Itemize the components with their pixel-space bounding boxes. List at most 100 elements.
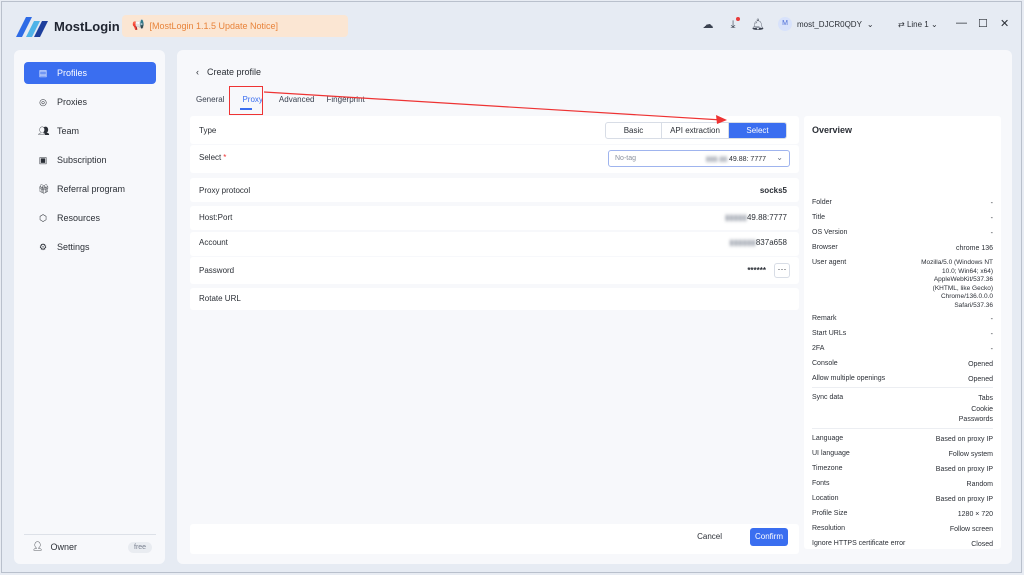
overview-value: - [990, 230, 993, 237]
overview-value: chrome 136 [956, 245, 993, 252]
overview-value: Closed [971, 541, 993, 548]
cancel-button[interactable]: Cancel [697, 532, 722, 541]
select-row: Select * No-tag ▮▮▮.▮▮.49.88: 7777 ⌄ [190, 145, 799, 173]
line-selector[interactable]: ⇄ Line 1 ⌄ [898, 20, 938, 29]
mostlogin-logo-icon [16, 17, 48, 37]
highlight-box [229, 86, 263, 115]
maximize-icon[interactable]: ☐ [978, 17, 988, 30]
sidebar-item-label: Resources [57, 213, 101, 223]
minimize-icon[interactable]: — [956, 17, 967, 29]
owner-info[interactable]: 👤︎ Owner [32, 541, 77, 552]
main-panel: ‹ Create profile General Proxy Advanced … [177, 50, 1012, 564]
overview-key: Folder [812, 199, 832, 206]
host-label: Host:Port [199, 213, 233, 222]
rotate-label: Rotate URL [199, 294, 241, 303]
back-link[interactable]: ‹ Create profile [196, 67, 261, 77]
type-option-api[interactable]: API extraction [662, 123, 729, 138]
user-menu[interactable]: M most_DJCR0QDY ⌄ [778, 17, 874, 31]
confirm-button[interactable]: Confirm [750, 528, 788, 546]
proxy-select-dropdown[interactable]: No-tag ▮▮▮.▮▮.49.88: 7777 ⌄ [608, 150, 790, 167]
overview-key: Profile Size [812, 510, 848, 517]
sidebar-divider [24, 534, 156, 535]
chevron-down-icon: ⌄ [930, 20, 938, 29]
sidebar-item-subscription[interactable]: ▣ Subscription [24, 149, 156, 171]
protocol-value: socks5 [759, 186, 787, 195]
proxy-ip-value: ▮▮▮.▮▮.49.88: 7777 [705, 156, 766, 163]
overview-value: - [990, 331, 993, 338]
overview-key: Title [812, 214, 825, 221]
settings-icon: ⚙ [38, 242, 48, 252]
sidebar: ▤ Profiles ◎ Proxies 👥︎ Team ▣ Subscript… [14, 50, 165, 564]
tab-fingerprint[interactable]: Fingerprint [321, 92, 371, 108]
tab-advanced[interactable]: Advanced [273, 92, 321, 108]
account-label: Account [199, 238, 228, 247]
overview-value: Opened [968, 376, 993, 383]
overview-key: Location [812, 495, 839, 502]
overview-key: Ignore HTTPS certificate error [812, 540, 906, 547]
sidebar-item-label: Team [57, 126, 80, 136]
overview-value: Follow screen [949, 526, 993, 533]
rotate-row: Rotate URL [190, 288, 799, 310]
protocol-label: Proxy protocol [199, 186, 251, 195]
sidebar-item-label: Settings [57, 242, 90, 252]
plan-badge: free [128, 542, 153, 553]
overview-value: Follow system [948, 451, 993, 458]
update-notice[interactable]: 📢 [MostLogin 1.1.5 Update Notice] [122, 15, 348, 37]
sidebar-item-label: Profiles [57, 68, 88, 78]
form-footer: Cancel Confirm [190, 524, 799, 554]
host-value: ▮▮▮▮▮49.88:7777 [724, 213, 787, 222]
sidebar-item-referral[interactable]: 🎁︎ Referral program [24, 178, 156, 200]
password-value: ****** [747, 266, 766, 275]
overview-divider [812, 428, 993, 429]
top-bar: MostLogin 📢 [MostLogin 1.1.5 Update Noti… [2, 2, 1021, 48]
proxies-icon: ◎ [39, 97, 47, 107]
tab-general[interactable]: General [190, 92, 230, 108]
line-switch-icon: ⇄ [898, 20, 905, 29]
type-option-select[interactable]: Select [729, 123, 786, 138]
overview-key: OS Version [812, 229, 848, 236]
megaphone-icon: 📢 [132, 20, 145, 31]
sidebar-item-proxies[interactable]: ◎ Proxies [24, 91, 156, 113]
tag-label: No-tag [615, 155, 637, 162]
password-reveal-button[interactable]: ··· [774, 263, 790, 278]
tab-bar: General Proxy Advanced Fingerprint [190, 92, 371, 108]
overview-key: Resolution [812, 525, 846, 532]
chevron-left-icon: ‹ [196, 67, 199, 77]
protocol-row: Proxy protocol socks5 [190, 178, 799, 202]
sidebar-item-settings[interactable]: ⚙ Settings [24, 236, 156, 258]
overview-key: Fonts [812, 480, 830, 487]
referral-icon: 🎁︎ [38, 184, 50, 194]
type-option-basic[interactable]: Basic [606, 123, 662, 138]
username: most_DJCR0QDY [797, 19, 862, 29]
overview-value: - [990, 316, 993, 323]
overview-value: Based on proxy IP [935, 436, 993, 443]
overview-value: - [990, 346, 993, 353]
sidebar-item-label: Subscription [57, 155, 107, 165]
sidebar-item-team[interactable]: 👥︎ Team [24, 120, 156, 142]
overview-value: Tabs Cookie Passwords [958, 395, 993, 423]
overview-value: - [990, 200, 993, 207]
account-row: Account ▮▮▮▮▮▮837a658 [190, 232, 799, 256]
resources-icon: ⬡ [39, 213, 47, 223]
sidebar-item-resources[interactable]: ⬡ Resources [24, 207, 156, 229]
overview-value: Mozilla/5.0 (Windows NT 10.0; Win64; x64… [921, 259, 993, 309]
host-row: Host:Port ▮▮▮▮▮49.88:7777 [190, 206, 799, 230]
bell-icon[interactable]: 🔔︎ [751, 18, 765, 32]
brand-name: MostLogin [54, 19, 120, 34]
chevron-down-icon: ⌄ [776, 153, 783, 162]
overview-title: Overview [812, 125, 853, 135]
overview-key: Allow multiple openings [812, 375, 886, 382]
update-notice-text: [MostLogin 1.1.5 Update Notice] [149, 21, 279, 31]
close-icon[interactable]: ✕ [1000, 17, 1009, 30]
person-icon: 👤︎ [32, 541, 44, 551]
account-value: ▮▮▮▮▮▮837a658 [729, 238, 787, 247]
cloud-sync-icon[interactable]: ☁ [701, 18, 715, 32]
password-label: Password [199, 266, 235, 275]
sidebar-item-profiles[interactable]: ▤ Profiles [24, 62, 156, 84]
overview-value: 1280 × 720 [957, 511, 993, 518]
overview-value: Based on proxy IP [935, 466, 993, 473]
overview-value: Based on proxy IP [935, 496, 993, 503]
type-row: Type Basic API extraction Select [190, 116, 799, 144]
overview-key: Remark [812, 315, 837, 322]
overview-key: UI language [812, 450, 850, 457]
